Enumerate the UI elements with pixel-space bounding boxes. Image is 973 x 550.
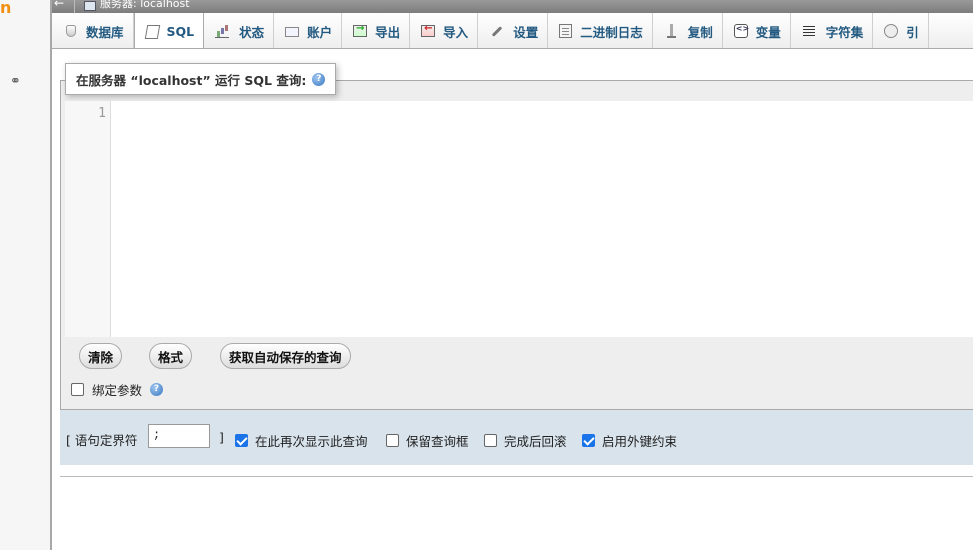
tab-databases[interactable]: 数据库 xyxy=(52,13,134,48)
tab-engines[interactable]: 引 xyxy=(873,13,929,48)
rollback-checkbox[interactable] xyxy=(484,434,497,447)
delimiter-input[interactable]: ; xyxy=(148,424,210,448)
tab-charsets[interactable]: 字符集 xyxy=(791,13,874,48)
server-breadcrumb: ← 服务器: localhost xyxy=(52,0,973,13)
format-button[interactable]: 格式 xyxy=(149,343,193,369)
delimiter-label: [ 语句定界符 xyxy=(66,433,138,448)
tab-status[interactable]: 状态 xyxy=(204,13,275,48)
variables-icon xyxy=(733,24,749,38)
bind-parameters-label: 绑定参数 xyxy=(92,383,143,398)
line-number-gutter: 1 xyxy=(65,101,111,337)
sql-icon xyxy=(144,24,160,39)
clear-button[interactable]: 清除 xyxy=(79,343,123,369)
get-autosaved-query-button[interactable]: 获取自动保存的查询 xyxy=(220,343,351,369)
tab-variables[interactable]: 变量 xyxy=(723,13,791,48)
link-icon[interactable]: ⚭ xyxy=(10,74,21,89)
foreign-key-checks-option: 启用外键约束 xyxy=(582,431,677,450)
tab-sql[interactable]: SQL xyxy=(133,13,205,48)
rollback-label: 完成后回滚 xyxy=(504,434,567,449)
tab-label: 引 xyxy=(906,24,919,40)
tab-settings[interactable]: 设置 xyxy=(478,13,549,48)
bind-parameters-option: 绑定参数 ? xyxy=(71,380,164,399)
tab-export[interactable]: 导出 xyxy=(342,13,411,48)
tab-binary-log[interactable]: 二进制日志 xyxy=(548,13,653,48)
wrench-icon xyxy=(489,23,505,39)
show-query-again-label: 在此再次显示此查询 xyxy=(255,434,368,449)
retain-query-box-checkbox[interactable] xyxy=(386,434,399,447)
tab-label: 账户 xyxy=(307,24,333,40)
query-options-bar: [ 语句定界符 ; ] 在此再次显示此查询 保留查询框 完成后回滚 启用外键约束 xyxy=(60,409,973,465)
back-arrow-icon[interactable]: ← xyxy=(54,0,64,9)
help-icon[interactable]: ? xyxy=(150,383,164,396)
query-title: 在服务器 “localhost” 运行 SQL 查询: xyxy=(76,72,307,88)
retain-query-box-label: 保留查询框 xyxy=(406,434,469,449)
tab-replication[interactable]: 复制 xyxy=(653,13,723,48)
import-icon xyxy=(421,23,436,37)
delimiter-close-bracket: ] xyxy=(219,430,224,445)
tab-label: 导出 xyxy=(375,24,401,40)
panel-splitter[interactable] xyxy=(50,0,52,550)
show-query-again-option: 在此再次显示此查询 xyxy=(235,431,368,450)
retain-query-box-option: 保留查询框 xyxy=(386,431,469,450)
charset-icon xyxy=(802,23,818,39)
status-chart-icon xyxy=(215,23,231,39)
user-accounts-icon xyxy=(285,27,300,37)
tab-label: 二进制日志 xyxy=(580,24,643,40)
section-divider xyxy=(60,476,973,477)
server-link[interactable]: 服务器: localhost xyxy=(100,0,190,9)
tab-label: SQL xyxy=(166,24,195,39)
sql-editor[interactable]: 1 xyxy=(65,101,973,337)
bind-parameters-checkbox[interactable] xyxy=(71,383,84,396)
rollback-option: 完成后回滚 xyxy=(484,431,567,450)
tab-label: 导入 xyxy=(443,24,469,40)
tab-label: 字符集 xyxy=(825,24,864,40)
tab-label: 变量 xyxy=(755,24,781,40)
tab-label: 数据库 xyxy=(86,24,124,40)
export-icon xyxy=(353,23,368,37)
sql-query-textarea[interactable] xyxy=(112,101,973,337)
foreign-key-checks-checkbox[interactable] xyxy=(582,434,595,447)
query-legend: 在服务器 “localhost” 运行 SQL 查询: ? xyxy=(65,63,337,95)
navigation-panel: n ⚭ xyxy=(0,0,50,550)
help-icon[interactable]: ? xyxy=(312,72,326,86)
database-icon xyxy=(66,25,76,37)
phpmyadmin-logo[interactable]: n xyxy=(0,0,11,16)
binary-log-icon xyxy=(559,24,573,38)
foreign-key-checks-label: 启用外键约束 xyxy=(602,434,678,449)
engine-icon xyxy=(884,24,899,38)
server-tabs: 数据库 SQL 状态 账户 导出 导入 设置 二进制日志 复制 变量 字符集 xyxy=(52,13,973,49)
server-icon xyxy=(84,1,96,11)
tab-label: 状态 xyxy=(239,24,265,40)
tab-label: 设置 xyxy=(513,24,539,40)
line-number: 1 xyxy=(98,106,106,121)
tab-import[interactable]: 导入 xyxy=(410,13,479,48)
replication-icon xyxy=(664,23,680,39)
show-query-again-checkbox[interactable] xyxy=(235,434,248,447)
tab-accounts[interactable]: 账户 xyxy=(274,13,343,48)
tab-label: 复制 xyxy=(687,24,713,40)
breadcrumb-divider xyxy=(74,0,75,13)
